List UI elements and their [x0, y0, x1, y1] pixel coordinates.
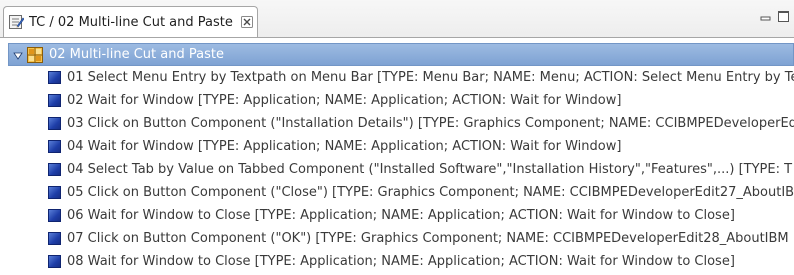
test-step-icon	[48, 232, 61, 245]
test-step-icon	[48, 209, 61, 222]
tree-child-row[interactable]: 06 Wait for Window to Close [TYPE: Appli…	[0, 204, 794, 227]
expand-chevron-down-icon[interactable]	[13, 50, 23, 60]
tree-child-row[interactable]: 02 Wait for Window [TYPE: Application; N…	[0, 89, 794, 112]
tab-bar: TC / 02 Multi-line Cut and Paste	[0, 0, 794, 38]
test-step-icon	[48, 186, 61, 199]
tab-title: TC / 02 Multi-line Cut and Paste	[29, 14, 233, 30]
test-step-icon	[48, 117, 61, 130]
tree-child-label: 06 Wait for Window to Close [TYPE: Appli…	[67, 208, 735, 223]
tree-root-row[interactable]: 02 Multi-line Cut and Paste	[8, 43, 794, 66]
tree-child-row[interactable]: 08 Wait for Window to Close [TYPE: Appli…	[0, 250, 794, 273]
tab-test-case[interactable]: TC / 02 Multi-line Cut and Paste	[3, 6, 258, 37]
test-suite-grid-icon	[27, 46, 43, 63]
test-step-icon	[48, 71, 61, 84]
tree-child-label: 04 Select Tab by Value on Tabbed Compone…	[67, 162, 793, 177]
tree-child-label: 01 Select Menu Entry by Textpath on Menu…	[67, 70, 794, 85]
test-step-icon	[48, 140, 61, 153]
tree-child-row[interactable]: 07 Click on Button Component ("OK") [TYP…	[0, 227, 794, 250]
tree-root-label: 02 Multi-line Cut and Paste	[49, 47, 224, 62]
tree-child-row[interactable]: 05 Click on Button Component ("Close") […	[0, 181, 794, 204]
tree-child-row[interactable]: 01 Select Menu Entry by Textpath on Menu…	[0, 66, 794, 89]
tree-child-label: 08 Wait for Window to Close [TYPE: Appli…	[67, 254, 735, 269]
close-icon[interactable]	[240, 16, 253, 28]
test-case-editor-view: TC / 02 Multi-line Cut and Paste 02 Mult…	[0, 0, 794, 275]
tree-child-label: 03 Click on Button Component ("Installat…	[67, 116, 794, 131]
tree-child-label: 07 Click on Button Component ("OK") [TYP…	[67, 231, 789, 246]
test-case-editor-icon	[8, 14, 25, 30]
tree-child-row[interactable]: 04 Wait for Window [TYPE: Application; N…	[0, 135, 794, 158]
test-step-icon	[48, 94, 61, 107]
maximize-icon[interactable]	[778, 11, 789, 22]
tree-child-label: 02 Wait for Window [TYPE: Application; N…	[67, 93, 622, 108]
test-step-icon	[48, 255, 61, 268]
test-case-tree: 02 Multi-line Cut and Paste 01 Select Me…	[0, 37, 794, 275]
tree-child-row[interactable]: 04 Select Tab by Value on Tabbed Compone…	[0, 158, 794, 181]
tree-child-label: 05 Click on Button Component ("Close") […	[67, 185, 794, 200]
test-step-icon	[48, 163, 61, 176]
tree-child-row[interactable]: 03 Click on Button Component ("Installat…	[0, 112, 794, 135]
minimize-icon[interactable]	[760, 12, 772, 24]
tree-child-label: 04 Wait for Window [TYPE: Application; N…	[67, 139, 622, 154]
